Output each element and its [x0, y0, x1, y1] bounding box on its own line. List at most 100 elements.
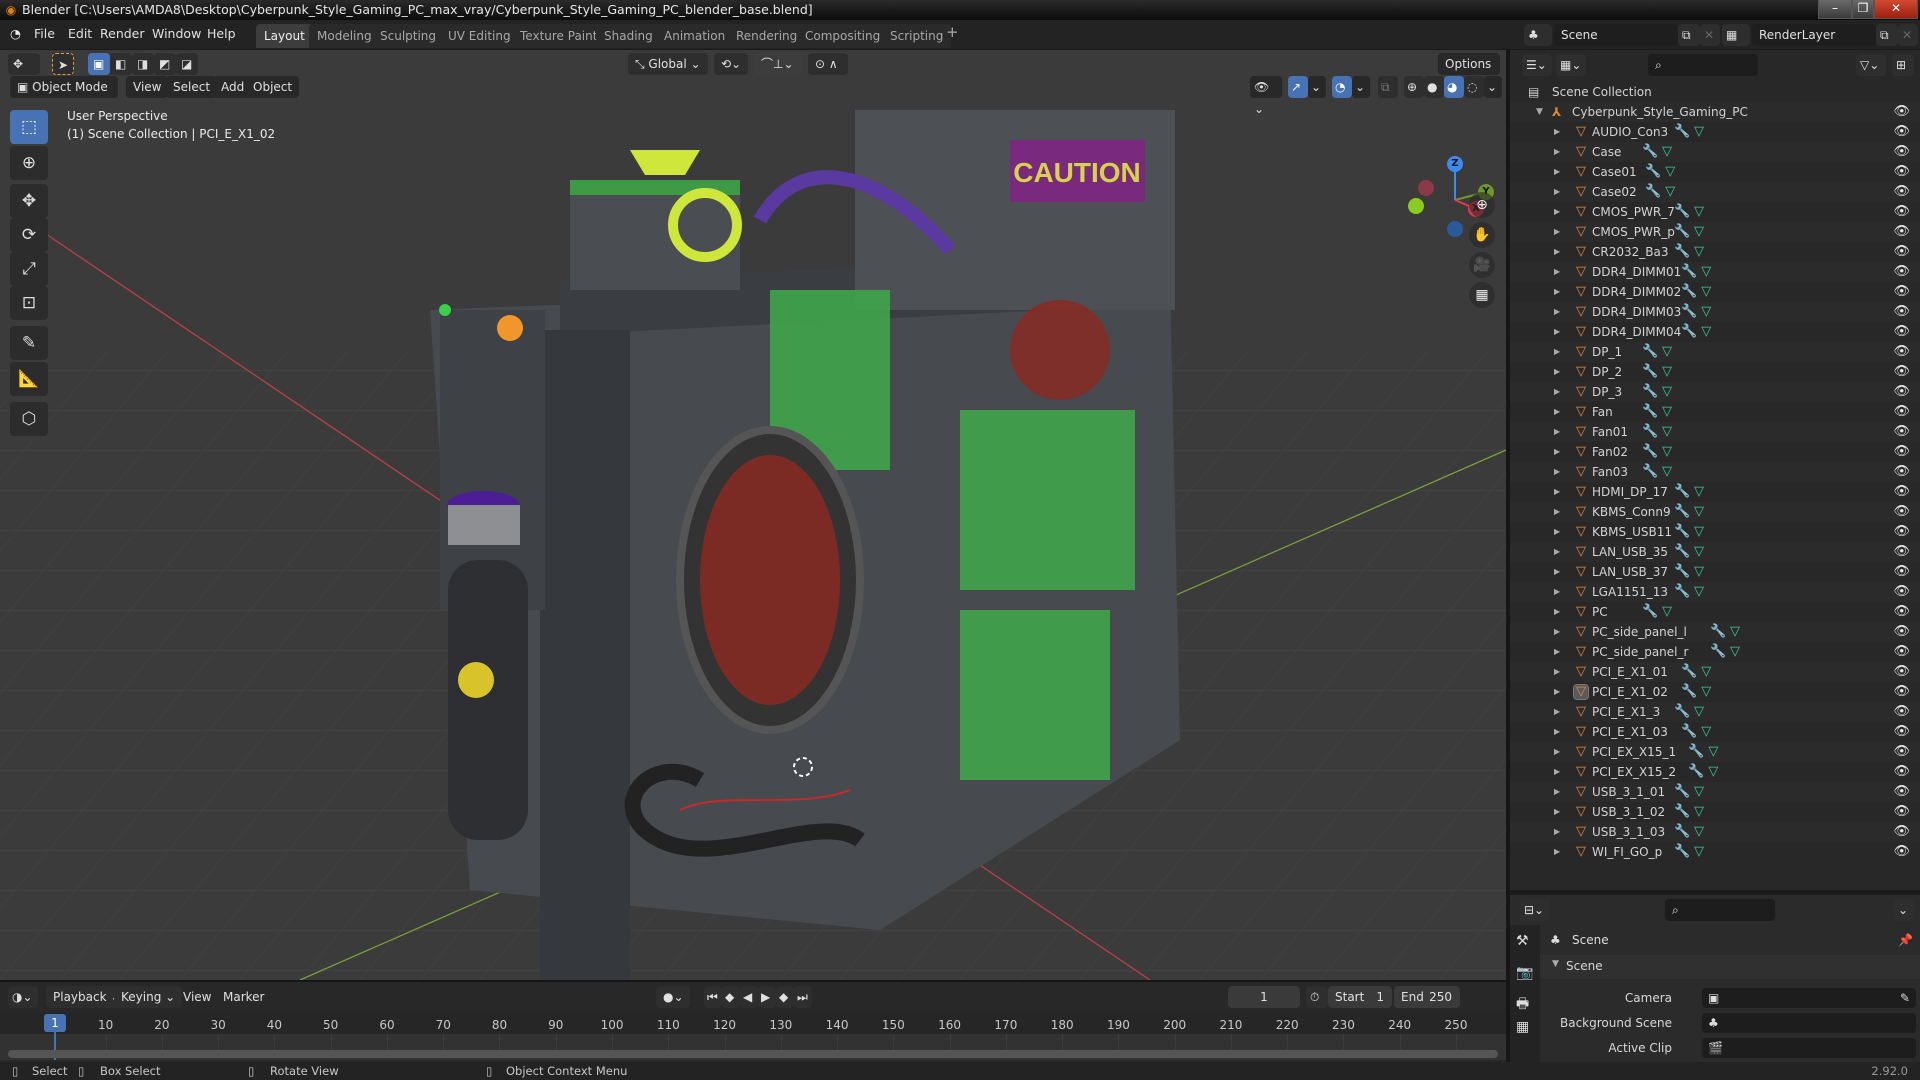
mesh-data-icon[interactable]: ▽ — [1701, 662, 1711, 682]
expand-arrow-icon[interactable]: ▶ — [1554, 802, 1560, 822]
neg-z-axis-icon[interactable] — [1447, 221, 1463, 237]
mesh-object-icon[interactable]: ▽ — [1574, 485, 1588, 499]
modifier-wrench-icon[interactable]: 🔧 — [1710, 622, 1726, 642]
ortho-toggle-icon[interactable]: ▦ — [1469, 282, 1495, 308]
jump-start-icon[interactable]: ⏮ — [704, 986, 722, 1008]
mesh-object-icon[interactable]: ▽ — [1574, 585, 1588, 599]
active-clip-field[interactable]: 🎬 — [1702, 1038, 1916, 1058]
mesh-data-icon[interactable]: ▽ — [1701, 722, 1711, 742]
mesh-data-icon[interactable]: ▽ — [1662, 462, 1672, 482]
marker-menu[interactable]: Marker — [216, 986, 271, 1008]
mesh-object-icon[interactable]: ▽ — [1574, 805, 1588, 819]
modifier-wrench-icon[interactable]: 🔧 — [1681, 322, 1697, 342]
cursor-tool[interactable]: ⊕ — [10, 146, 48, 180]
select-mode-tweak-icon[interactable]: ➤ — [52, 53, 74, 75]
select-menu[interactable]: Select — [166, 76, 218, 98]
outliner-item[interactable]: ▶ ▽ CMOS_PWR_p 🔧 ▽ 👁 — [1510, 222, 1920, 242]
expand-arrow-icon[interactable]: ▶ — [1554, 422, 1560, 442]
neg-x-axis-icon[interactable] — [1418, 180, 1434, 196]
end-frame-field[interactable]: End 250 — [1394, 986, 1460, 1008]
visibility-eye-icon[interactable]: 👁 — [1893, 342, 1910, 362]
overlays-dropdown[interactable]: ⌄ — [1352, 76, 1370, 98]
rotate-tool[interactable]: ⟳ — [10, 218, 48, 252]
mesh-data-icon[interactable]: ▽ — [1662, 382, 1672, 402]
mesh-data-icon[interactable]: ▽ — [1694, 122, 1704, 142]
expand-arrow-icon[interactable]: ▶ — [1554, 782, 1560, 802]
modifier-wrench-icon[interactable]: 🔧 — [1688, 762, 1704, 782]
expand-arrow-icon[interactable]: ▶ — [1554, 182, 1560, 202]
modifier-wrench-icon[interactable]: 🔧 — [1681, 722, 1697, 742]
outliner-item[interactable]: ▶ ▽ LAN_USB_35 🔧 ▽ 👁 — [1510, 542, 1920, 562]
camera-view-icon[interactable]: 🎥 — [1469, 252, 1495, 278]
mesh-data-icon[interactable]: ▽ — [1694, 582, 1704, 602]
expand-arrow-icon[interactable]: ▶ — [1554, 842, 1560, 862]
mesh-data-icon[interactable]: ▽ — [1662, 442, 1672, 462]
maximize-button[interactable]: ❐ — [1852, 0, 1874, 19]
properties-editor-icon[interactable]: ⊟⌄ — [1520, 899, 1550, 921]
outliner-item[interactable]: ▶ ▽ CR2032_Ba3 🔧 ▽ 👁 — [1510, 242, 1920, 262]
modifier-wrench-icon[interactable]: 🔧 — [1681, 682, 1697, 702]
overlays-toggle-icon[interactable]: ◔ — [1332, 76, 1352, 98]
modifier-wrench-icon[interactable]: 🔧 — [1674, 842, 1690, 862]
outliner-item[interactable]: ▶ ▽ Fan 🔧 ▽ 👁 — [1510, 402, 1920, 422]
mesh-data-icon[interactable]: ▽ — [1694, 802, 1704, 822]
display-mode-icon[interactable]: ☰⌄ — [1522, 54, 1552, 76]
visibility-eye-icon[interactable]: 👁 — [1893, 682, 1910, 702]
material-preview-shading-icon[interactable]: ◕ — [1444, 76, 1464, 98]
expand-arrow-icon[interactable]: ▶ — [1554, 722, 1560, 742]
mesh-data-icon[interactable]: ▽ — [1694, 562, 1704, 582]
outliner-item[interactable]: ▶ ▽ AUDIO_Con3 🔧 ▽ 👁 — [1510, 122, 1920, 142]
outliner-item[interactable]: ▶ ▽ DDR4_DIMM02 🔧 ▽ 👁 — [1510, 282, 1920, 302]
mesh-data-icon[interactable]: ▽ — [1694, 502, 1704, 522]
modifier-wrench-icon[interactable]: 🔧 — [1674, 822, 1690, 842]
xray-toggle-icon[interactable]: ⧉ — [1378, 76, 1398, 98]
modifier-wrench-icon[interactable]: 🔧 — [1674, 222, 1690, 242]
visibility-eye-icon[interactable]: 👁 — [1893, 482, 1910, 502]
expand-arrow-icon[interactable]: ▶ — [1554, 762, 1560, 782]
visibility-eye-icon[interactable]: 👁 — [1893, 602, 1910, 622]
mesh-data-icon[interactable]: ▽ — [1701, 262, 1711, 282]
mesh-data-icon[interactable]: ▽ — [1694, 842, 1704, 862]
view-menu[interactable]: View — [126, 76, 169, 98]
mesh-data-icon[interactable]: ▽ — [1708, 762, 1718, 782]
mesh-object-icon[interactable]: ▽ — [1574, 525, 1588, 539]
expand-arrow-icon[interactable]: ▶ — [1554, 522, 1560, 542]
outliner-item[interactable]: ▶ ▽ PCI_E_X1_01 🔧 ▽ 👁 — [1510, 662, 1920, 682]
mesh-object-icon[interactable]: ▽ — [1574, 365, 1588, 379]
outliner-item[interactable]: ▶ ▽ Case02 🔧 ▽ 👁 — [1510, 182, 1920, 202]
annotate-tool[interactable]: ✎ — [10, 326, 48, 360]
visibility-eye-icon[interactable]: 👁 — [1893, 262, 1910, 282]
measure-tool[interactable]: 📐 — [10, 362, 48, 396]
modifier-wrench-icon[interactable]: 🔧 — [1674, 562, 1690, 582]
mesh-data-icon[interactable]: ▽ — [1701, 302, 1711, 322]
outliner-item[interactable]: ▶ ▽ PCI_E_X1_03 🔧 ▽ 👁 — [1510, 722, 1920, 742]
mesh-object-icon[interactable]: ▽ — [1574, 665, 1588, 679]
mesh-object-icon[interactable]: ▽ — [1574, 645, 1588, 659]
view-layer-tab-icon[interactable]: ▦ — [1516, 1019, 1529, 1035]
visibility-eye-icon[interactable]: 👁 — [1893, 442, 1910, 462]
visibility-eye-icon[interactable]: 👁 — [1893, 142, 1910, 162]
visibility-eye-icon[interactable]: 👁 — [1893, 182, 1910, 202]
visibility-eye-icon[interactable]: 👁 — [1893, 402, 1910, 422]
expand-arrow-icon[interactable]: ▶ — [1554, 642, 1560, 662]
select-invert-icon[interactable]: ◩ — [154, 53, 176, 75]
expand-arrow-icon[interactable]: ▶ — [1554, 702, 1560, 722]
outliner-item[interactable]: ▶ ▽ PC_side_panel_l 🔧 ▽ 👁 — [1510, 622, 1920, 642]
menu-help[interactable]: Help — [207, 26, 236, 41]
modifier-wrench-icon[interactable]: 🔧 — [1642, 602, 1658, 622]
tab-rendering[interactable]: Rendering — [728, 24, 806, 48]
scene-browse-icon[interactable]: ♣ — [1524, 24, 1552, 46]
expand-arrow-icon[interactable]: ▶ — [1554, 242, 1560, 262]
mesh-object-icon[interactable]: ▽ — [1573, 684, 1589, 700]
modifier-wrench-icon[interactable]: 🔧 — [1681, 302, 1697, 322]
mesh-data-icon[interactable]: ▽ — [1665, 162, 1675, 182]
select-subtract-icon[interactable]: ◨ — [132, 53, 154, 75]
mesh-object-icon[interactable]: ▽ — [1574, 325, 1588, 339]
expand-arrow-icon[interactable]: ▶ — [1554, 462, 1560, 482]
expand-arrow-icon[interactable]: ▶ — [1554, 262, 1560, 282]
visibility-eye-icon[interactable]: 👁 — [1893, 362, 1910, 382]
current-frame-field[interactable]: 1 — [1228, 986, 1300, 1008]
z-axis-icon[interactable]: Z — [1447, 156, 1463, 172]
mesh-data-icon[interactable]: ▽ — [1708, 742, 1718, 762]
play-icon[interactable]: ▶ — [758, 986, 776, 1008]
